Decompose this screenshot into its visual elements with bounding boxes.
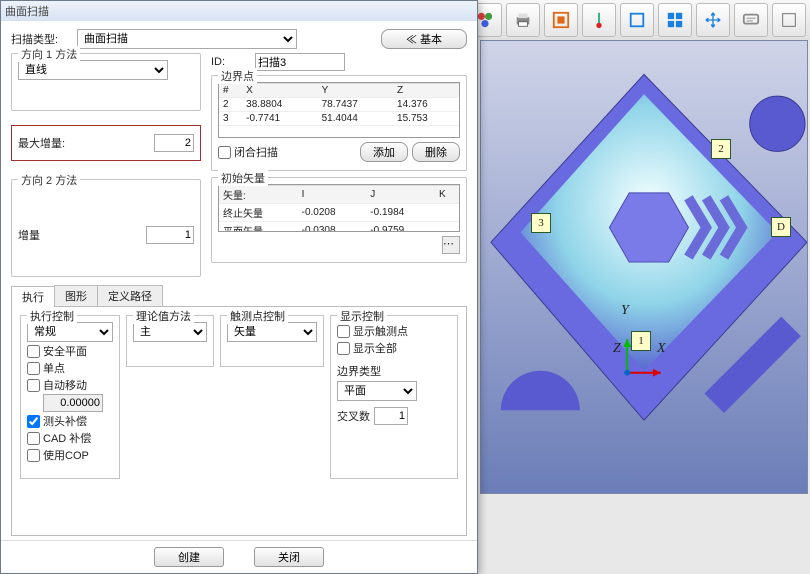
add-button[interactable]: 添加 xyxy=(360,142,408,162)
chk-probe-comp[interactable]: 测头补偿 xyxy=(27,413,113,429)
cross-label: 交叉数 xyxy=(337,408,370,424)
marker-1[interactable]: 1 xyxy=(631,331,651,351)
chk-use-cop[interactable]: 使用COP xyxy=(27,447,113,463)
tab-strip: 执行 图形 定义路径 xyxy=(11,285,467,307)
tool-icon-9[interactable] xyxy=(772,3,806,37)
chk-single-pt[interactable]: 单点 xyxy=(27,360,113,376)
dir2-increment-label: 增量 xyxy=(18,227,40,243)
table-row: 2 38.8804 78.7437 14.376 xyxy=(219,98,459,112)
move-icon[interactable] xyxy=(696,3,730,37)
dialog-title: 曲面扫描 xyxy=(1,1,477,21)
basic-button[interactable]: ≪ 基本 xyxy=(381,29,467,49)
touch-group: 触测点控制 矢量 xyxy=(220,315,324,367)
close-scan-checkbox[interactable]: 闭合扫描 xyxy=(218,144,278,160)
max-increment-box: 最大增量: xyxy=(11,125,201,161)
theory-group: 理论值方法 主 xyxy=(126,315,214,367)
boundary-table-box[interactable]: # X Y Z 2 38.8804 78.7437 14.376 xyxy=(218,82,460,138)
boundary-table: # X Y Z 2 38.8804 78.7437 14.376 xyxy=(219,83,459,126)
id-label: ID: xyxy=(211,56,251,68)
marker-2[interactable]: 2 xyxy=(711,139,731,159)
initvec-group: 初始矢量 矢量: I J K 终止矢量 -0.0208 xyxy=(211,177,467,263)
dir1-legend: 方向 1 方法 xyxy=(18,46,80,62)
table-row: 终止矢量 -0.0208 -0.1984 xyxy=(219,204,459,222)
axis-x-label: X xyxy=(657,341,666,357)
tool-icon-5[interactable] xyxy=(620,3,654,37)
tool-icon-3[interactable] xyxy=(544,3,578,37)
comment-icon[interactable] xyxy=(734,3,768,37)
cross-input[interactable] xyxy=(374,407,408,425)
boundary-group: 边界点 # X Y Z 2 38.8804 xyxy=(211,75,467,171)
print-icon[interactable] xyxy=(506,3,540,37)
probe-down-icon[interactable] xyxy=(582,3,616,37)
create-button[interactable]: 创建 xyxy=(154,547,224,567)
dir1-select[interactable]: 直线 xyxy=(18,60,168,80)
scan-type-select[interactable]: 曲面扫描 xyxy=(77,29,297,49)
table-row: 3 -0.7741 51.4044 15.753 xyxy=(219,112,459,126)
tab-graphic[interactable]: 图形 xyxy=(54,285,98,306)
chk-safe-plane[interactable]: 安全平面 xyxy=(27,343,113,359)
scan-dialog: 曲面扫描 扫描类型: 曲面扫描 ≪ 基本 方向 1 方法 直线 最大增量: xyxy=(0,0,478,574)
display-group: 显示控制 显示触测点 显示全部 边界类型 平面 交叉数 xyxy=(330,315,458,479)
chk-show-touch[interactable]: 显示触测点 xyxy=(337,323,451,339)
axis-z-label: Z xyxy=(613,341,621,357)
max-increment-label: 最大增量: xyxy=(18,135,65,151)
close-button[interactable]: 关闭 xyxy=(254,547,324,567)
bound-type-label: 边界类型 xyxy=(337,366,381,378)
initvec-legend: 初始矢量 xyxy=(218,170,268,186)
chk-cad-comp[interactable]: CAD 补偿 xyxy=(27,430,113,446)
initvec-table: 矢量: I J K 终止矢量 -0.0208 -0.1984 xyxy=(219,185,459,232)
tab-path[interactable]: 定义路径 xyxy=(97,285,163,306)
touch-select[interactable]: 矢量 xyxy=(227,322,317,342)
dir1-group: 方向 1 方法 直线 xyxy=(11,53,201,111)
dir2-legend: 方向 2 方法 xyxy=(18,172,80,188)
viewport-3d[interactable]: Y X Z 1 2 3 D xyxy=(480,40,808,494)
chk-auto-move[interactable]: 自动移动 xyxy=(27,377,113,393)
boundary-legend: 边界点 xyxy=(218,68,257,84)
initvec-table-box[interactable]: 矢量: I J K 终止矢量 -0.0208 -0.1984 xyxy=(218,184,460,232)
tab-exec[interactable]: 执行 xyxy=(11,286,55,307)
tool-icon-6[interactable] xyxy=(658,3,692,37)
theory-select[interactable]: 主 xyxy=(133,322,207,342)
axis-y-label: Y xyxy=(621,303,629,319)
chk-show-all[interactable]: 显示全部 xyxy=(337,340,451,356)
table-row: 平面矢量 -0.0308 -0.9759 xyxy=(219,222,459,233)
model-svg xyxy=(481,41,807,493)
exec-ctrl-select[interactable]: 常规 xyxy=(27,322,113,342)
dir2-group: 方向 2 方法 增量 xyxy=(11,179,201,277)
exec-ctrl-group: 执行控制 常规 安全平面 单点 自动移动 测头补偿 CAD 补偿 使用COP xyxy=(20,315,120,479)
id-input[interactable] xyxy=(255,53,345,71)
vector-edit-icon[interactable]: ⋯ xyxy=(442,236,460,254)
scan-type-label: 扫描类型: xyxy=(11,31,73,47)
max-increment-input[interactable] xyxy=(154,134,194,152)
marker-3[interactable]: 3 xyxy=(531,213,551,233)
tab-panel-exec: 执行控制 常规 安全平面 单点 自动移动 测头补偿 CAD 补偿 使用COP 理… xyxy=(11,307,467,536)
dialog-footer: 创建 关闭 xyxy=(1,540,477,573)
delete-button[interactable]: 删除 xyxy=(412,142,460,162)
marker-d[interactable]: D xyxy=(771,217,791,237)
auto-move-value[interactable] xyxy=(43,394,103,412)
bound-type-select[interactable]: 平面 xyxy=(337,381,417,401)
dir2-increment-input[interactable] xyxy=(146,226,194,244)
